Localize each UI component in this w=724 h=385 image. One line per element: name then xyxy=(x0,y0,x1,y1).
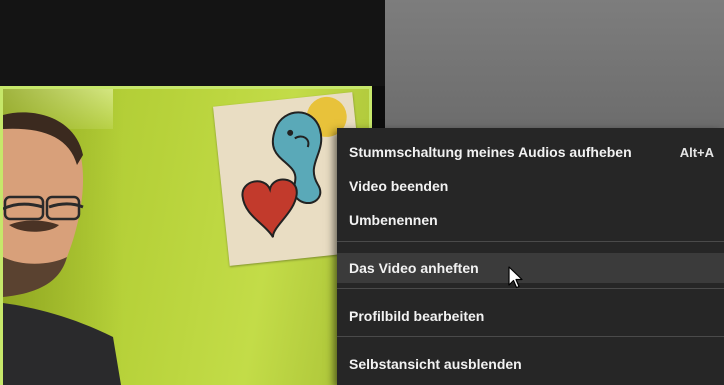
menu-item-label: Stummschaltung meines Audios aufheben xyxy=(349,144,632,160)
menu-item-rename[interactable]: Umbenennen xyxy=(337,205,724,235)
menu-divider xyxy=(337,288,724,289)
menu-item-label: Profilbild bearbeiten xyxy=(349,308,485,324)
menu-item-label: Umbenennen xyxy=(349,212,438,228)
top-empty-area xyxy=(0,0,385,86)
menu-item-label: Selbstansicht ausblenden xyxy=(349,356,522,372)
person xyxy=(3,112,121,385)
menu-divider xyxy=(337,241,724,242)
menu-item-unmute-audio[interactable]: Stummschaltung meines Audios aufheben Al… xyxy=(337,137,724,167)
menu-item-label: Video beenden xyxy=(349,178,449,194)
menu-divider xyxy=(337,336,724,337)
mouse-pointer-icon xyxy=(508,266,523,289)
menu-item-label: Das Video anheften xyxy=(349,260,479,276)
menu-item-edit-profile-picture[interactable]: Profilbild bearbeiten xyxy=(337,301,724,331)
participant-context-menu: Stummschaltung meines Audios aufheben Al… xyxy=(337,128,724,385)
menu-item-stop-video[interactable]: Video beenden xyxy=(337,171,724,201)
shortcut-label: Alt+A xyxy=(679,144,714,160)
self-video-tile[interactable] xyxy=(0,86,372,385)
menu-item-hide-self-view[interactable]: Selbstansicht ausblenden xyxy=(337,349,724,379)
menu-item-pin-video[interactable]: Das Video anheften xyxy=(337,253,724,283)
